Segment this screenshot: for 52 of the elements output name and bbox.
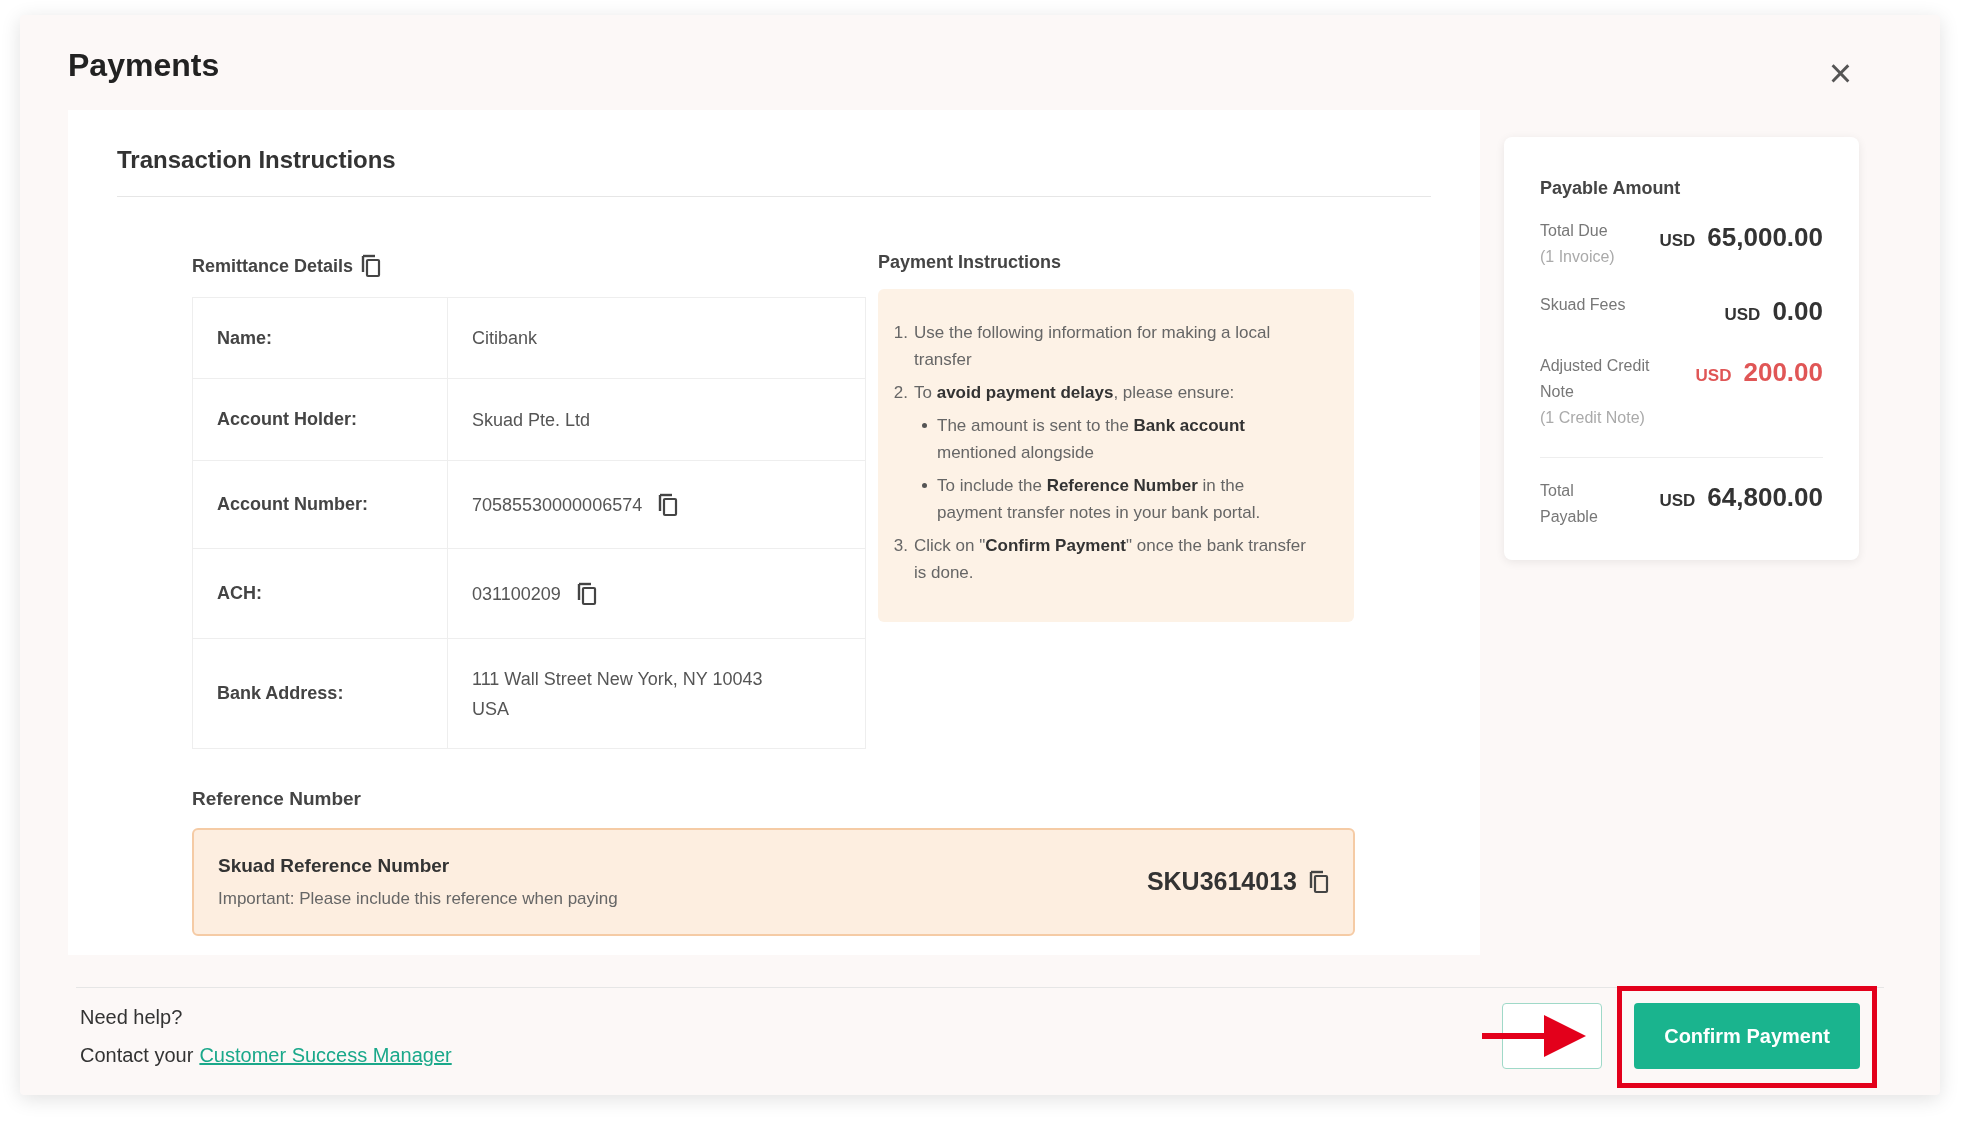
field-value: Skuad Pte. Ltd	[472, 408, 592, 432]
amount-value: 0.00	[1772, 295, 1823, 328]
section-title: Transaction Instructions	[117, 142, 1431, 197]
field-label: ACH:	[193, 549, 448, 638]
step-text: Click on "Confirm Payment" once the bank transfer is done.	[914, 535, 1307, 584]
reference-number: SKU3614013	[1146, 865, 1297, 897]
amount-label: Total Payable	[1540, 481, 1599, 527]
field-value: Citibank	[472, 327, 539, 350]
reference-note: Important: Please include this reference when paying	[218, 888, 618, 910]
help-text: Need help?	[80, 1005, 184, 1030]
amount-label: Total Due	[1540, 221, 1609, 241]
field-label: Account Holder:	[193, 379, 448, 460]
close-button[interactable]: ×	[1828, 53, 1852, 93]
amount-value: 65,000.00	[1707, 221, 1823, 254]
field-value: 70585530000006574	[472, 493, 643, 517]
amount-value: 200.00	[1743, 356, 1823, 389]
field-value: 031100209	[472, 582, 561, 606]
step-text: Use the following information for making a local transfer	[914, 322, 1272, 371]
amount-value: 64,800.00	[1707, 481, 1823, 514]
amount-note: (1 Invoice)	[1540, 247, 1616, 267]
copy-icon[interactable]	[1309, 869, 1329, 894]
reference-label: Skuad Reference Number	[218, 853, 451, 878]
section-label: Reference Number	[192, 787, 362, 811]
field-label: Name:	[193, 298, 448, 378]
amount-label: Skuad Fees	[1540, 295, 1627, 315]
modal-title: Payments	[68, 46, 220, 85]
confirm-button[interactable]: Confirm Payment	[1634, 1003, 1860, 1069]
field-value: 111 Wall Street New York, NY 10043 USA	[472, 667, 764, 721]
section-label: Payment Instructions	[878, 251, 1063, 274]
section-label: Remittance Details	[192, 254, 354, 278]
currency-label: USD	[1724, 304, 1761, 326]
amount-note: (1 Credit Note)	[1540, 408, 1646, 428]
field-label: Bank Address:	[193, 639, 448, 748]
arrow-icon	[1482, 1015, 1586, 1057]
currency-label: USD	[1695, 365, 1732, 387]
copy-icon[interactable]	[658, 492, 679, 517]
currency-label: USD	[1659, 230, 1696, 252]
bullet-icon	[922, 423, 927, 428]
contact-link[interactable]: Customer Success Manager	[199, 1040, 452, 1070]
currency-label: USD	[1659, 490, 1696, 512]
field-label: Account Number:	[193, 461, 448, 548]
copy-icon[interactable]	[576, 581, 597, 606]
bullet-icon	[922, 483, 927, 488]
help-text: Contact your	[80, 1043, 194, 1068]
copy-icon[interactable]	[361, 254, 382, 278]
card-title: Payable Amount	[1540, 177, 1682, 200]
step-number: 2.	[892, 382, 908, 404]
bullet-text: To include the Reference Number in the payment transfer notes in your bank portal.	[937, 475, 1262, 524]
step-text: To avoid payment delays, please ensure:	[914, 382, 1236, 404]
step-number: 3.	[892, 535, 908, 557]
step-number: 1.	[892, 322, 908, 344]
amount-label: Adjusted Credit Note	[1540, 356, 1651, 402]
